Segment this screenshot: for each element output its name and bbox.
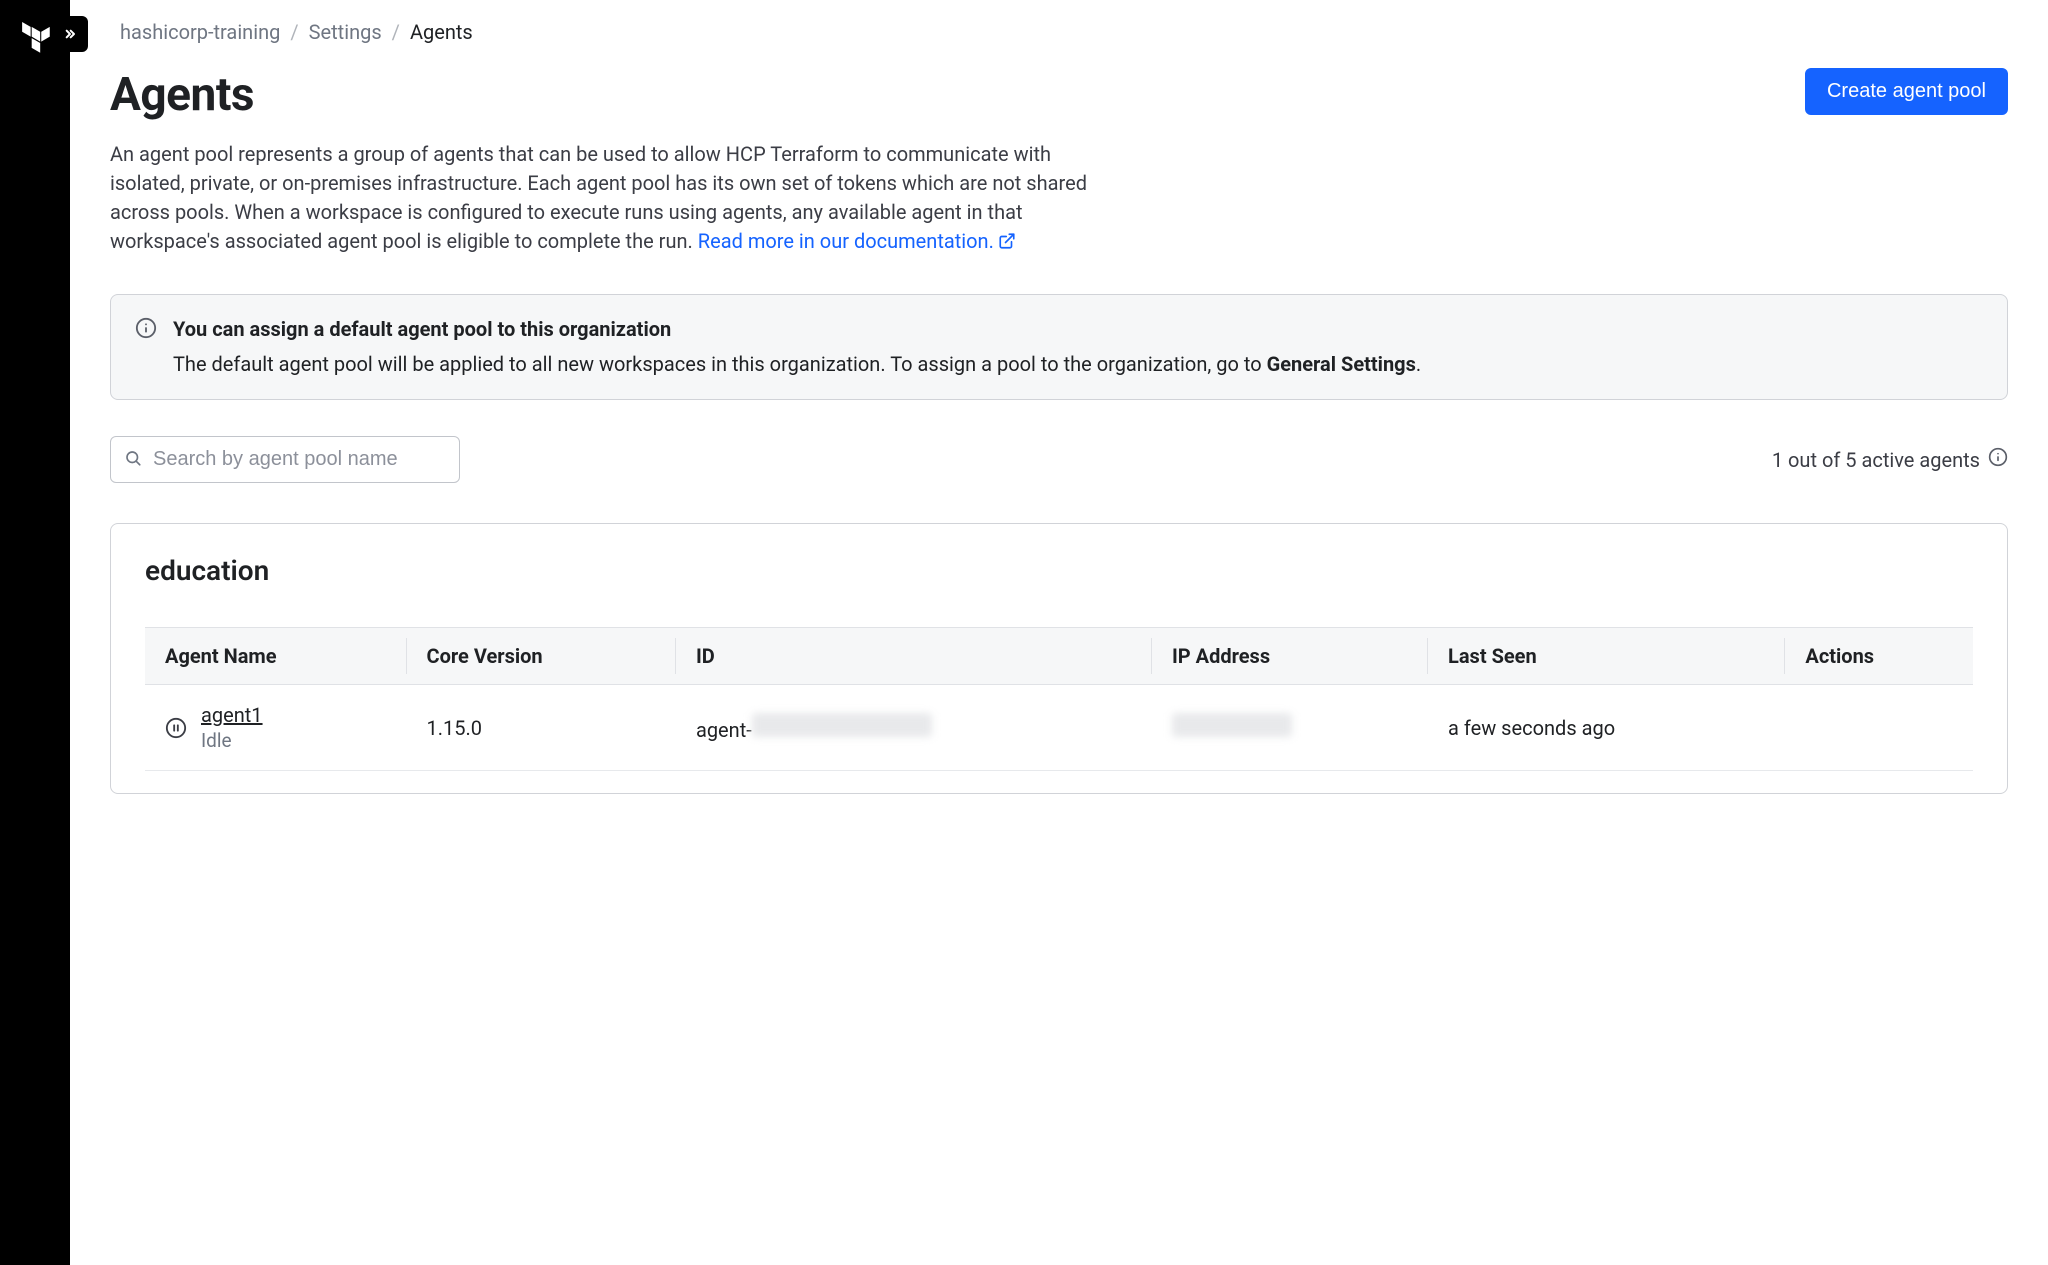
- sidebar: [0, 0, 70, 1265]
- page-description: An agent pool represents a group of agen…: [110, 140, 1090, 258]
- pool-name[interactable]: education: [145, 554, 1973, 587]
- breadcrumb-separator: /: [392, 20, 400, 44]
- agent-id: agent-: [676, 685, 1152, 771]
- table-row: agent1 Idle 1.15.0 agent- a few: [145, 685, 1973, 771]
- page-title: Agents: [110, 68, 254, 122]
- info-icon: [135, 317, 157, 379]
- pause-icon: [165, 717, 187, 739]
- banner-title: You can assign a default agent pool to t…: [173, 315, 1421, 344]
- search-icon: [124, 448, 142, 472]
- agent-version: 1.15.0: [407, 685, 676, 771]
- column-header-ip[interactable]: IP Address: [1152, 628, 1428, 685]
- sidebar-expand-button[interactable]: [52, 16, 88, 52]
- redacted-value: [752, 713, 932, 737]
- active-agents-status: 1 out of 5 active agents: [1772, 447, 2008, 472]
- breadcrumb-separator: /: [290, 20, 298, 44]
- column-header-id[interactable]: ID: [676, 628, 1152, 685]
- general-settings-link[interactable]: General Settings: [1267, 352, 1416, 376]
- documentation-link[interactable]: Read more in our documentation.: [698, 229, 1016, 253]
- default-pool-info-banner: You can assign a default agent pool to t…: [110, 294, 2008, 400]
- column-header-name[interactable]: Agent Name: [145, 628, 407, 685]
- agent-name-link[interactable]: agent1: [201, 703, 263, 727]
- agent-actions: [1785, 685, 1973, 771]
- main-content: hashicorp-training / Settings / Agents A…: [70, 0, 2048, 1265]
- search-input-wrapper: [110, 436, 460, 483]
- info-icon[interactable]: [1988, 447, 2008, 472]
- banner-body: The default agent pool will be applied t…: [173, 350, 1421, 379]
- agent-status: Idle: [201, 729, 263, 752]
- create-agent-pool-button[interactable]: Create agent pool: [1805, 68, 2008, 115]
- chevron-right-double-icon: [62, 26, 78, 42]
- breadcrumb-current: Agents: [410, 20, 473, 44]
- agents-table: Agent Name Core Version ID IP Address La…: [145, 627, 1973, 771]
- breadcrumb-section[interactable]: Settings: [309, 20, 382, 44]
- column-header-version[interactable]: Core Version: [407, 628, 676, 685]
- external-link-icon: [998, 229, 1016, 258]
- column-header-last-seen[interactable]: Last Seen: [1428, 628, 1785, 685]
- agent-last-seen: a few seconds ago: [1428, 685, 1785, 771]
- redacted-value: [1172, 713, 1292, 737]
- terraform-logo[interactable]: [20, 20, 54, 54]
- agent-ip: [1152, 685, 1428, 771]
- agent-pool-card: education Agent Name Core Version ID IP …: [110, 523, 2008, 794]
- breadcrumb: hashicorp-training / Settings / Agents: [120, 20, 2008, 44]
- search-input[interactable]: [110, 436, 460, 483]
- column-header-actions: Actions: [1785, 628, 1973, 685]
- breadcrumb-org[interactable]: hashicorp-training: [120, 20, 280, 44]
